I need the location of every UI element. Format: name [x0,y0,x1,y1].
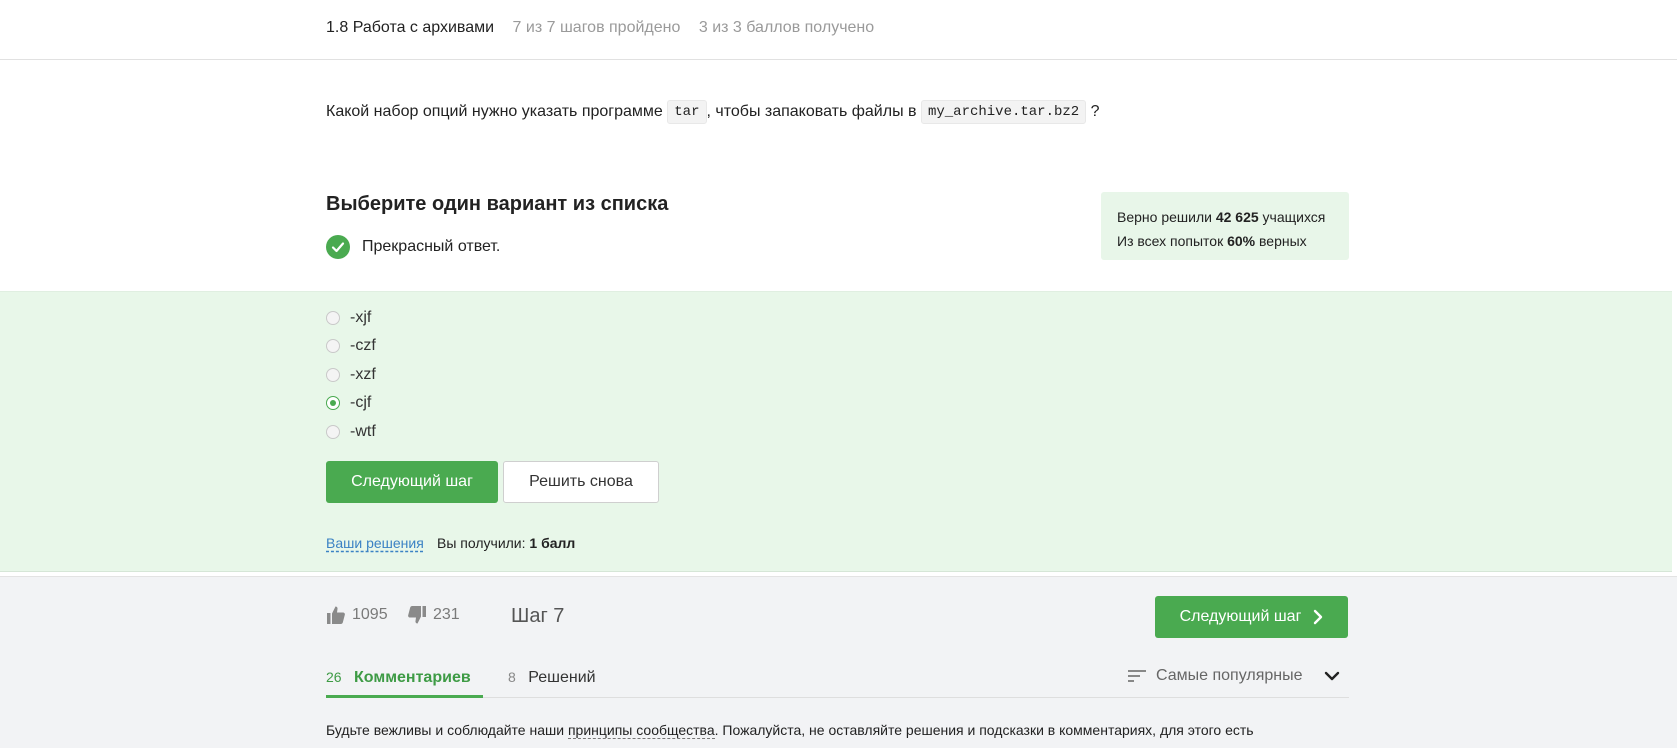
option-label: -cjf [350,394,372,411]
stats-solved-suffix: учащихся [1262,209,1326,225]
lesson-header: 1.8 Работа с архивами 7 из 7 шагов пройд… [0,0,1677,60]
chevron-right-icon [1314,609,1323,625]
option-label: -xjf [350,309,372,326]
your-solutions-link[interactable]: Ваши решения [326,535,424,551]
stats-attempts-prefix: Из всех попыток [1117,233,1224,249]
thumbs-down-icon [408,606,426,624]
stats-attempts-percent: 60% [1227,233,1256,249]
radio-button[interactable] [326,311,340,325]
question-text-before: Какой набор опций нужно указать программ… [326,103,663,120]
like-button[interactable]: 1095 [326,605,388,625]
sort-dropdown[interactable]: Самые популярные [1128,667,1340,685]
community-rules-notice: Будьте вежливы и соблюдайте наши принцип… [326,722,1254,739]
tab-comments-label: Комментариев [354,669,471,686]
feedback-row: Прекрасный ответ. [326,235,500,259]
next-step-button[interactable]: Следующий шаг [326,461,498,503]
option-xzf[interactable]: -xzf [326,365,376,385]
score-text: Вы получили: 1 балл [437,535,575,551]
code-tar: tar [667,100,707,124]
next-step-nav-button[interactable]: Следующий шаг [1155,596,1348,638]
sort-icon [1128,670,1146,682]
solutions-count: 8 [508,669,516,685]
thumbs-up-icon [327,606,345,624]
option-xjf[interactable]: -xjf [326,308,371,328]
score-value: 1 балл [529,535,576,551]
stats-attempts-suffix: верных [1259,233,1307,249]
radio-button[interactable] [326,425,340,439]
solve-again-button[interactable]: Решить снова [503,461,659,503]
option-cjf[interactable]: -cjf [326,393,371,413]
lesson-title[interactable]: 1.8 Работа с архивами [326,19,494,36]
quiz-title: Выберите один вариант из списка [326,193,669,215]
feedback-text: Прекрасный ответ. [362,238,501,255]
question-text-after: ? [1090,103,1100,120]
option-wtf[interactable]: -wtf [326,422,376,442]
community-rules-link[interactable]: принципы сообщества [567,722,715,739]
stats-solved: Верно решили 42 625 учащихся [1117,205,1333,229]
tab-solutions-label: Решений [528,669,596,686]
stats-attempts: Из всех попыток 60% верных [1117,229,1333,253]
step-label: Шаг 7 [511,605,565,627]
check-icon [326,235,350,259]
answer-panel [0,291,1672,572]
dislikes-count: 231 [433,606,460,623]
code-archive-name: my_archive.tar.bz2 [920,100,1087,124]
lesson-header-inner: 1.8 Работа с архивами 7 из 7 шагов пройд… [326,19,874,37]
points-progress: 3 из 3 баллов получено [698,19,875,36]
next-step-nav-label: Следующий шаг [1179,608,1302,625]
active-tab-indicator [326,695,483,698]
option-label: -wtf [350,423,376,440]
option-label: -xzf [350,366,376,383]
chevron-down-icon[interactable] [1324,671,1340,681]
radio-button[interactable] [326,339,340,353]
dislike-button[interactable]: 231 [407,605,460,625]
steps-progress: 7 из 7 шагов пройдено [512,19,681,36]
tab-comments[interactable]: 26 Комментариев [326,669,471,687]
question-text: Какой набор опций нужно указать программ… [326,100,1100,124]
comments-count: 26 [326,669,342,685]
rules-prefix: Будьте вежливы и соблюдайте наши [326,722,565,738]
radio-button[interactable] [326,368,340,382]
rules-suffix: . Пожалуйста, не оставляйте решения и по… [714,722,1254,738]
likes-count: 1095 [352,606,388,623]
stats-box: Верно решили 42 625 учащихся Из всех поп… [1101,192,1349,260]
radio-button-selected[interactable] [326,396,340,410]
question-text-middle: , чтобы запаковать файлы в [706,103,917,120]
option-czf[interactable]: -czf [326,336,376,356]
sort-label: Самые популярные [1156,667,1303,684]
tab-solutions[interactable]: 8 Решений [508,669,596,687]
option-label: -czf [350,337,376,354]
stats-solved-count: 42 625 [1215,209,1259,225]
stats-solved-prefix: Верно решили [1117,209,1212,225]
score-prefix: Вы получили: [437,535,526,551]
